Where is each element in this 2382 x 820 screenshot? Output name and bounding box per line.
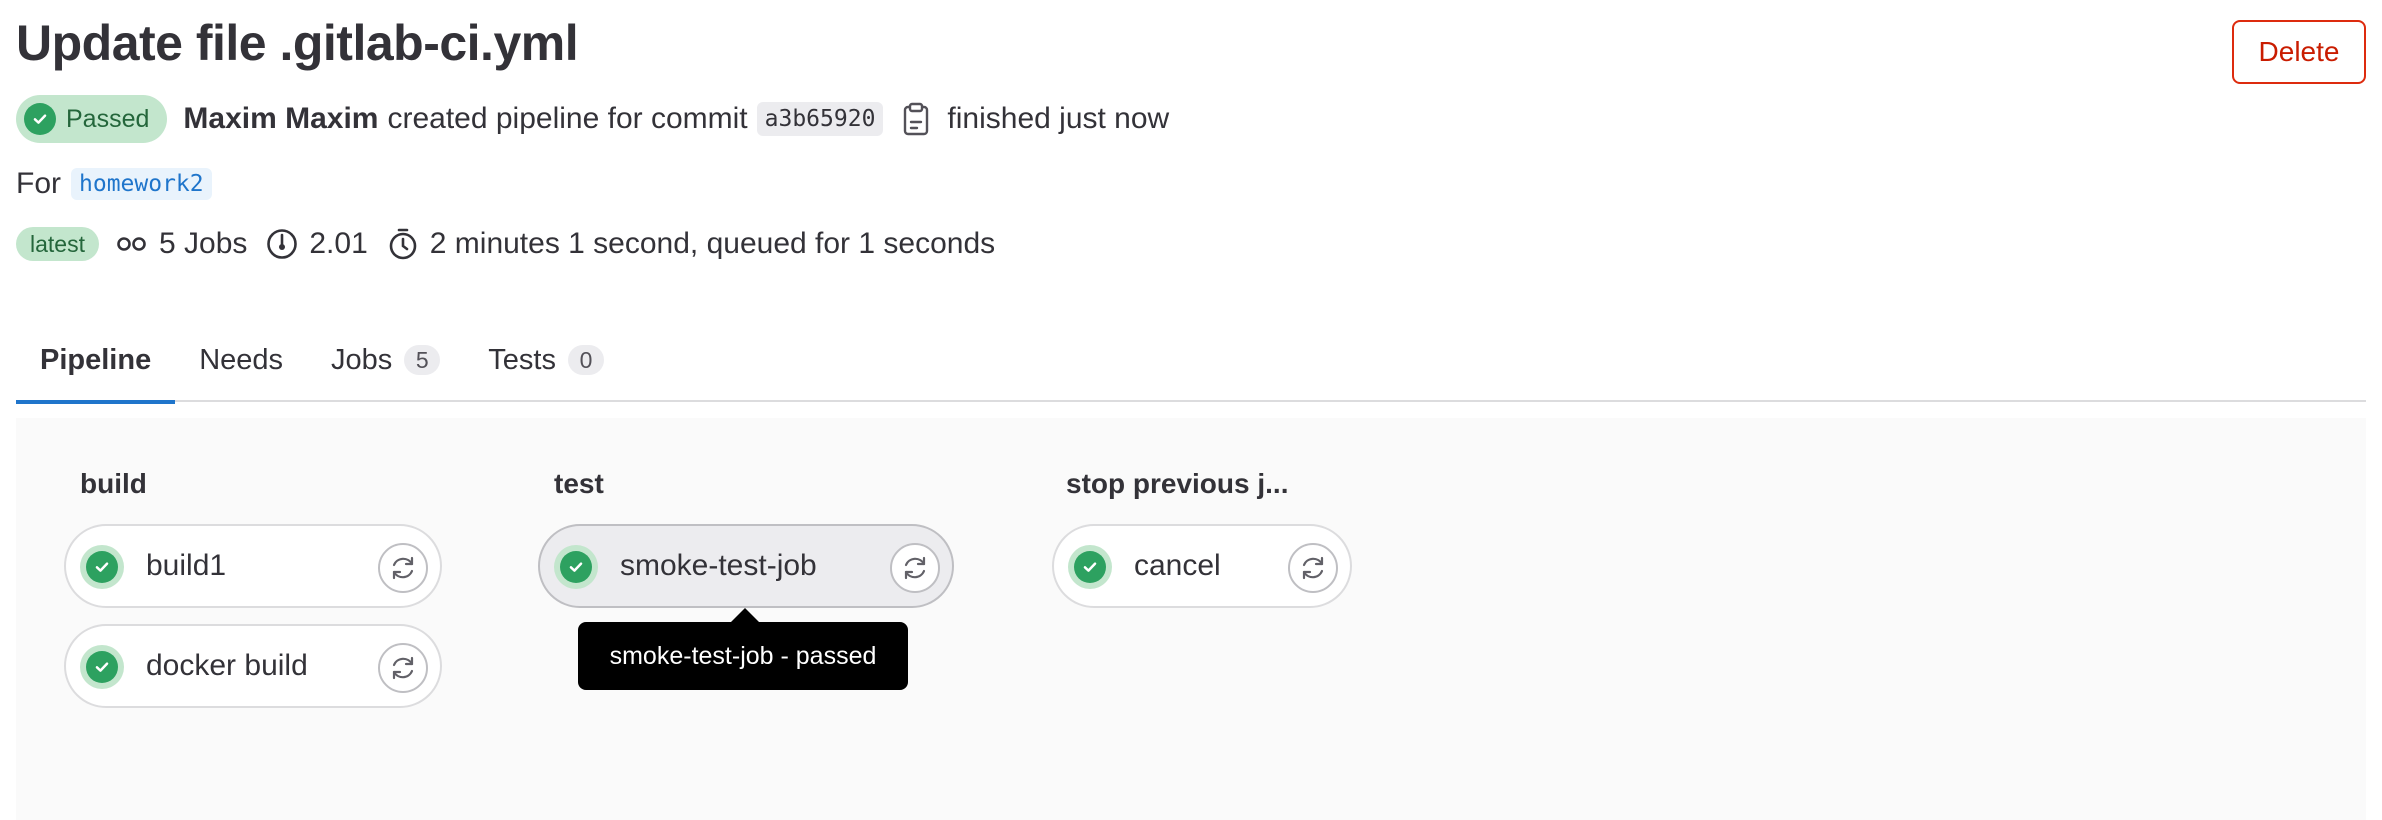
- compute-usage-text: 2.01: [309, 227, 368, 260]
- job-name: docker build: [146, 649, 308, 682]
- stage-title-test: test: [554, 468, 604, 499]
- page-title: Update file .gitlab-ci.yml: [16, 15, 579, 71]
- copy-to-clipboard-icon[interactable]: [903, 102, 929, 136]
- job-smoke-test-job[interactable]: smoke-test-job: [538, 524, 954, 608]
- compute-dashboard-icon: [267, 229, 298, 259]
- finished-text: finished just now: [947, 102, 1170, 135]
- jobs-count-text: 5 Jobs: [158, 227, 248, 260]
- retry-icon[interactable]: [890, 543, 940, 593]
- job-name: smoke-test-job: [620, 549, 817, 582]
- check-circle-icon: [86, 651, 118, 683]
- pipeline-graph: build test stop previous j... build1 doc…: [16, 418, 2366, 820]
- job-status: [554, 545, 598, 589]
- tab-jobs[interactable]: Jobs 5: [307, 318, 464, 402]
- commit-sha-link[interactable]: a3b65920: [756, 102, 884, 136]
- stage-title-build: build: [80, 468, 147, 499]
- tab-pipeline[interactable]: Pipeline: [16, 318, 176, 404]
- job-cancel[interactable]: cancel: [1052, 524, 1352, 608]
- job-name: cancel: [1134, 549, 1221, 582]
- stage-title-stop-previous: stop previous j...: [1066, 468, 1289, 499]
- job-tooltip: smoke-test-job - passed: [578, 608, 908, 690]
- tab-label: Pipeline: [40, 343, 152, 376]
- job-docker-build[interactable]: docker build: [64, 624, 442, 708]
- job-status: [1068, 545, 1112, 589]
- check-circle-icon: [24, 103, 56, 135]
- retry-icon[interactable]: [378, 643, 428, 693]
- retry-icon[interactable]: [1288, 543, 1338, 593]
- job-name: build1: [146, 549, 227, 582]
- pipeline-page: Update file .gitlab-ci.yml Delete Passed…: [16, 0, 2366, 820]
- branch-link[interactable]: homework2: [71, 168, 212, 200]
- tab-label: Jobs: [331, 343, 393, 376]
- timer-icon: [389, 228, 417, 260]
- latest-badge: latest: [16, 227, 99, 261]
- pipeline-stats: latest 5 Jobs 2.01 2 minutes 1 second, q…: [16, 220, 1013, 268]
- check-circle-icon: [1074, 551, 1106, 583]
- status-label: Passed: [66, 104, 150, 133]
- check-circle-icon: [86, 551, 118, 583]
- jobs-count: 5 Jobs: [115, 227, 247, 261]
- check-circle-icon: [560, 551, 592, 583]
- status-badge[interactable]: Passed: [16, 95, 168, 143]
- delete-button[interactable]: Delete: [2232, 20, 2366, 84]
- tab-count-badge: 0: [567, 345, 604, 375]
- job-status: [80, 645, 124, 689]
- pipeline-summary: Passed Maxim Maxim created pipeline for …: [16, 95, 1169, 143]
- tab-label: Tests: [488, 343, 556, 376]
- pipeline-tabs: Pipeline Needs Jobs 5 Tests 0: [16, 318, 2366, 404]
- tab-count-badge: 5: [404, 345, 441, 375]
- author-link[interactable]: Maxim Maxim: [183, 102, 378, 136]
- tab-label: Needs: [199, 343, 284, 376]
- retry-icon[interactable]: [378, 543, 428, 593]
- tab-tests[interactable]: Tests 0: [464, 318, 628, 402]
- action-text: created pipeline for commit: [387, 102, 748, 135]
- branch-row: For homework2: [16, 160, 212, 208]
- pipeline-jobs-icon: [117, 237, 146, 251]
- tab-needs[interactable]: Needs: [175, 318, 307, 402]
- duration: 2 minutes 1 second, queued for 1 seconds: [386, 227, 995, 261]
- duration-text: 2 minutes 1 second, queued for 1 seconds: [429, 227, 996, 260]
- job-status: [80, 545, 124, 589]
- compute-usage: 2.01: [265, 227, 368, 261]
- for-label: For: [16, 167, 61, 200]
- job-build1[interactable]: build1: [64, 524, 442, 608]
